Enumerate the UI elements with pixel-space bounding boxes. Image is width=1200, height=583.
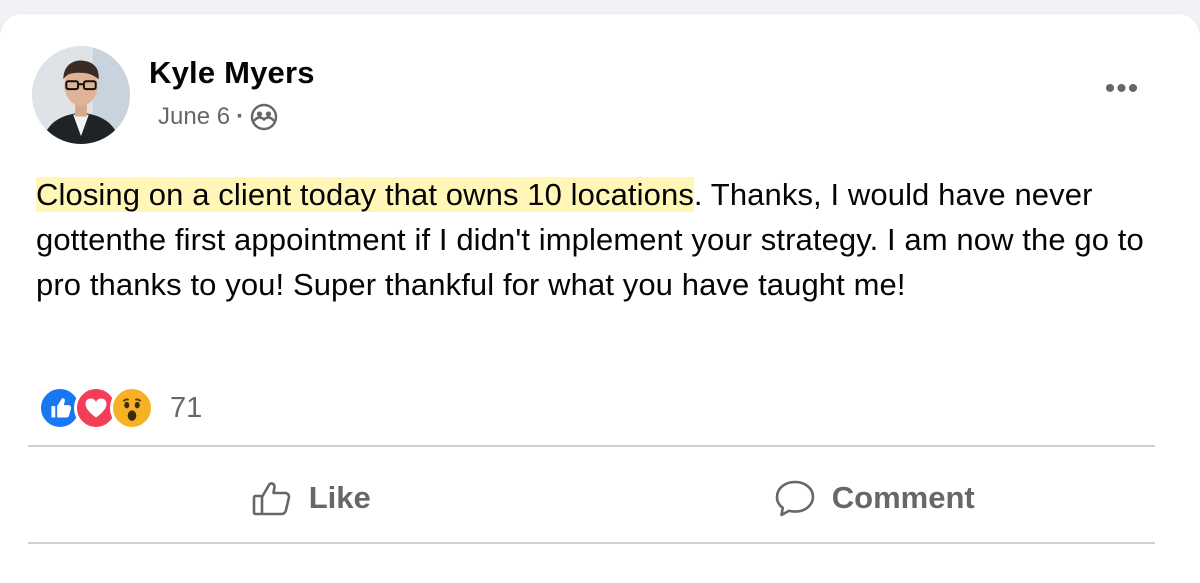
like-label: Like	[308, 480, 371, 515]
divider	[28, 542, 1155, 544]
reaction-summary[interactable]: 71	[38, 386, 202, 430]
wow-reaction-icon	[110, 386, 154, 430]
avatar-photo	[32, 46, 130, 144]
author-name[interactable]: Kyle Myers	[149, 55, 315, 91]
more-dots-icon[interactable]: •••	[1100, 74, 1144, 104]
meta-separator: ·	[236, 103, 245, 130]
comment-label: Comment	[831, 480, 975, 515]
post-meta: June 6 ·	[158, 103, 278, 131]
divider	[28, 445, 1155, 447]
highlighted-text: Closing on a client today that owns 10 l…	[36, 177, 694, 212]
reaction-count[interactable]: 71	[170, 392, 202, 425]
thumbs-up-icon	[252, 482, 290, 516]
post-date[interactable]: June 6	[158, 103, 230, 131]
comment-button[interactable]: Comment	[592, 456, 1156, 540]
post-text: Closing on a client today that owns 10 l…	[36, 172, 1171, 307]
friends-icon[interactable]	[250, 103, 278, 131]
like-button[interactable]: Like	[28, 456, 592, 540]
comment-bubble-icon	[775, 480, 815, 517]
author-avatar[interactable]	[32, 46, 130, 144]
action-bar: Like Comment	[28, 456, 1155, 540]
post-card: Kyle Myers June 6 · ••• Closing on a cli…	[0, 14, 1200, 583]
